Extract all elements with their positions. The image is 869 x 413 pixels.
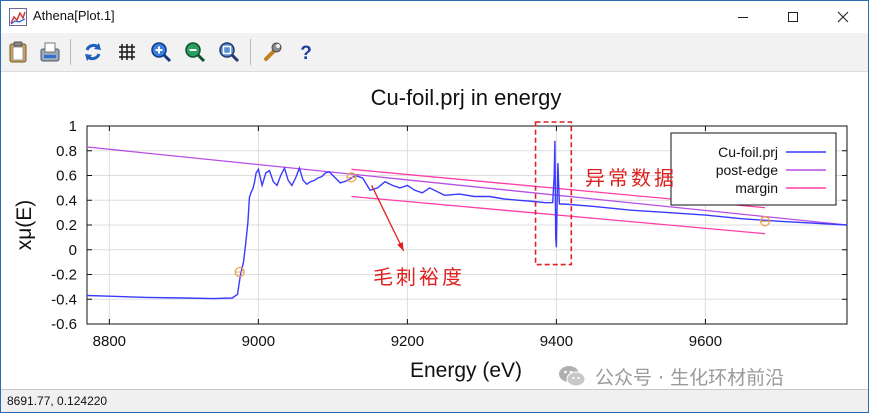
- y-tick-label: 0.6: [56, 168, 77, 185]
- y-tick-label: 0.2: [56, 217, 77, 234]
- window-title: Athena[Plot.1]: [33, 8, 115, 23]
- y-tick-label: -0.2: [51, 267, 77, 284]
- wrench-icon: [264, 42, 282, 61]
- wechat-logo-icon: [559, 366, 586, 387]
- refresh-button[interactable]: [79, 38, 107, 66]
- chart-title: Cu-foil.prj in energy: [371, 85, 562, 110]
- watermark-text: 公众号 · 生化环材前沿: [595, 366, 785, 389]
- help-icon: ?: [300, 43, 312, 63]
- refresh-icon: [85, 43, 101, 61]
- x-axis-label: Energy (eV): [410, 359, 522, 382]
- x-tick-label: 8800: [93, 333, 126, 350]
- zoom-reset-icon: [219, 42, 240, 63]
- clipboard-icon: [9, 41, 27, 63]
- clipboard-button[interactable]: [4, 38, 32, 66]
- status-bar: 8691.77, 0.124220: [1, 389, 868, 412]
- zoom-out-icon: [185, 42, 206, 63]
- close-icon: [837, 11, 849, 23]
- grid-icon: [119, 44, 135, 60]
- legend-label: post-edge: [716, 162, 778, 178]
- y-tick-label: 0: [69, 242, 77, 259]
- legend: Cu-foil.prj post-edge margin: [670, 132, 837, 206]
- toolbar: ?: [1, 33, 868, 72]
- help-button[interactable]: ?: [292, 38, 320, 66]
- zoom-out-button[interactable]: [181, 38, 209, 66]
- minimize-button[interactable]: [721, 1, 765, 33]
- settings-button[interactable]: [258, 38, 286, 66]
- x-tick-label: 9600: [689, 333, 722, 350]
- y-tick-label: 0.4: [56, 192, 77, 209]
- x-tick-label: 9400: [540, 333, 573, 350]
- save-button[interactable]: [36, 38, 64, 66]
- minimize-icon: [738, 17, 748, 18]
- svg-text:?: ?: [300, 43, 312, 63]
- plot-area: 8800 9000 9200 9400 9600 -0.6 -0.4 -0.2 0 0.2 0.4 0…: [1, 72, 868, 388]
- legend-label: Cu-foil.prj: [718, 144, 778, 160]
- x-tick-label: 9200: [391, 333, 424, 350]
- anomaly-label: 异常数据: [585, 167, 677, 190]
- legend-label: margin: [735, 180, 778, 196]
- save-icon: [40, 42, 60, 62]
- burr-arrow: [371, 185, 405, 252]
- maximize-icon: [788, 12, 798, 22]
- x-tick-label: 9000: [242, 333, 275, 350]
- burr-label: 毛刺裕度: [373, 266, 465, 289]
- athena-plot-window: Athena[Plot.1] ? 8800 9000 9200 9400 960…: [0, 0, 869, 413]
- xmu-energy-chart[interactable]: 8800 9000 9200 9400 9600 -0.6 -0.4 -0.2 0 0.2 0.4 0…: [1, 72, 868, 388]
- y-tick-label: 0.8: [56, 143, 77, 160]
- y-tick-label: -0.4: [51, 291, 77, 308]
- grid-button[interactable]: [113, 38, 141, 66]
- close-button[interactable]: [821, 1, 865, 33]
- title-bar[interactable]: Athena[Plot.1]: [1, 1, 868, 33]
- app-icon: [9, 8, 27, 26]
- zoom-in-icon: [151, 42, 172, 63]
- cursor-coordinates: 8691.77, 0.124220: [7, 394, 108, 408]
- maximize-button[interactable]: [771, 1, 815, 33]
- y-tick-label: -0.6: [51, 316, 77, 333]
- y-axis-label: xμ(E): [13, 200, 36, 251]
- y-tick-label: 1: [69, 118, 77, 135]
- watermark: 公众号 · 生化环材前沿: [557, 364, 785, 389]
- zoom-in-button[interactable]: [147, 38, 175, 66]
- zoom-reset-button[interactable]: [215, 38, 243, 66]
